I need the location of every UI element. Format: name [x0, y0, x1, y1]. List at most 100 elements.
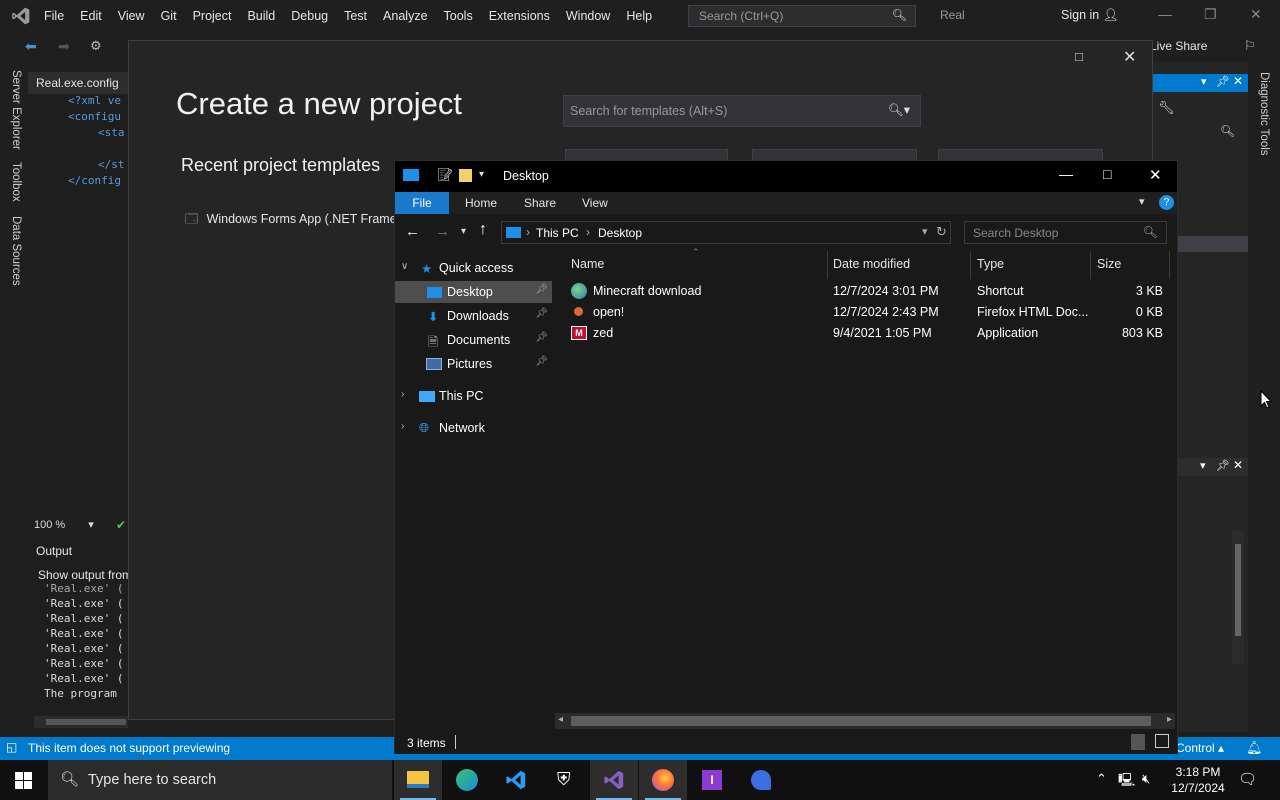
- column-divider[interactable]: [1169, 251, 1170, 279]
- column-divider[interactable]: [1090, 251, 1091, 279]
- recent-locations-icon[interactable]: ▾: [461, 226, 466, 237]
- wrench-icon[interactable]: 🔧︎: [1158, 100, 1175, 116]
- search-icon[interactable]: 🔍︎: [1220, 124, 1235, 138]
- menu-git[interactable]: Git: [153, 9, 185, 23]
- feedback-icon[interactable]: ⚐: [1244, 38, 1256, 54]
- chevron-up-icon[interactable]: ⌃: [1096, 771, 1107, 787]
- menu-file[interactable]: File: [36, 9, 72, 23]
- taskbar-app[interactable]: [737, 760, 785, 800]
- file-row[interactable]: Minecraft download 12/7/2024 3:01 PM Sho…: [565, 281, 1171, 302]
- explorer-search-input[interactable]: Search Desktop 🔍︎: [964, 221, 1167, 244]
- menu-analyze[interactable]: Analyze: [375, 9, 435, 23]
- properties-icon[interactable]: 📝︎: [437, 167, 454, 183]
- data-sources-tab[interactable]: Data Sources: [10, 216, 22, 286]
- taskbar-firefox[interactable]: [639, 760, 687, 800]
- column-size[interactable]: Size: [1097, 257, 1121, 271]
- menu-extensions[interactable]: Extensions: [481, 9, 558, 23]
- large-icons-view-icon[interactable]: [1155, 734, 1169, 748]
- start-button[interactable]: [0, 760, 48, 800]
- menu-build[interactable]: Build: [239, 9, 283, 23]
- ribbon-tab-file[interactable]: File: [395, 192, 449, 214]
- pin-icon[interactable]: 📌︎: [535, 284, 548, 295]
- visual-studio-logo-icon[interactable]: [10, 6, 32, 26]
- nav-pictures[interactable]: Pictures 📌︎: [395, 353, 552, 375]
- menu-project[interactable]: Project: [185, 9, 240, 23]
- recent-template-item[interactable]: 🗔︎ Windows Forms App (.NET Framew: [185, 210, 406, 231]
- menu-edit[interactable]: Edit: [72, 9, 110, 23]
- clock[interactable]: 3:18 PM 12/7/2024: [1166, 764, 1230, 796]
- taskbar-rider[interactable]: I: [688, 760, 736, 800]
- pin-icon[interactable]: 📌︎: [535, 308, 548, 319]
- taskbar-security[interactable]: ⛨: [541, 760, 589, 800]
- explorer-hscrollbar[interactable]: ◂ ▸: [555, 713, 1175, 729]
- file-row[interactable]: open! 12/7/2024 2:43 PM Firefox HTML Doc…: [565, 302, 1171, 323]
- scroll-thumb[interactable]: [571, 716, 1151, 726]
- minimize-icon[interactable]: —: [1158, 6, 1172, 22]
- chevron-down-icon[interactable]: ▾: [479, 169, 484, 180]
- help-icon[interactable]: ?: [1159, 195, 1174, 210]
- back-icon[interactable]: ←: [405, 223, 420, 240]
- vs-search-box[interactable]: Search (Ctrl+Q) 🔍︎: [688, 5, 916, 27]
- close-icon[interactable]: ✕: [1233, 458, 1243, 472]
- breadcrumb-desktop[interactable]: Desktop: [598, 226, 642, 240]
- sign-in-button[interactable]: Sign in 👤︎: [1061, 8, 1119, 23]
- forward-icon[interactable]: ➡︎: [58, 38, 70, 55]
- new-item-icon[interactable]: ⚙︎: [90, 38, 102, 54]
- menu-test[interactable]: Test: [336, 9, 375, 23]
- nav-documents[interactable]: 🗎︎ Documents 📌︎: [395, 329, 552, 351]
- minimize-icon[interactable]: —: [1059, 166, 1073, 182]
- maximize-icon[interactable]: □: [1103, 166, 1111, 182]
- nav-this-pc[interactable]: › This PC: [395, 385, 552, 407]
- restore-icon[interactable]: ❐: [1204, 6, 1217, 23]
- close-icon[interactable]: ✕: [1123, 47, 1136, 67]
- close-icon[interactable]: ✕: [1149, 166, 1162, 184]
- column-divider[interactable]: [827, 251, 828, 279]
- chevron-down-icon[interactable]: ▾: [1200, 459, 1206, 472]
- pin-icon[interactable]: 📌︎: [1216, 75, 1230, 88]
- taskbar-visual-studio[interactable]: [590, 760, 638, 800]
- ribbon-tab-view[interactable]: View: [582, 196, 608, 210]
- ribbon-tab-share[interactable]: Share: [524, 196, 556, 210]
- breadcrumb-this-pc[interactable]: This PC: [536, 226, 579, 240]
- chevron-down-icon[interactable]: ∨: [401, 261, 408, 272]
- menu-debug[interactable]: Debug: [283, 9, 336, 23]
- pin-icon[interactable]: 📌︎: [535, 332, 548, 343]
- live-share-button[interactable]: Live Share: [1150, 39, 1207, 53]
- editor-tab[interactable]: Real.exe.config: [28, 72, 128, 94]
- details-view-icon[interactable]: [1131, 734, 1145, 750]
- vscrollbar[interactable]: [1232, 530, 1244, 664]
- chevron-down-icon[interactable]: ▾: [1201, 75, 1207, 88]
- pin-icon[interactable]: 📌︎: [535, 356, 548, 367]
- expand-ribbon-icon[interactable]: ▾: [1139, 195, 1145, 208]
- nav-network[interactable]: › 🌐︎ Network: [395, 417, 552, 439]
- menu-help[interactable]: Help: [618, 9, 660, 23]
- toolbox-tab[interactable]: Toolbox: [10, 162, 22, 202]
- column-divider[interactable]: [970, 251, 971, 279]
- menu-view[interactable]: View: [110, 9, 153, 23]
- address-bar[interactable]: › This PC › Desktop ▾ ↻: [501, 221, 951, 244]
- chevron-down-icon[interactable]: ▾: [922, 225, 928, 238]
- new-folder-icon[interactable]: [459, 169, 472, 182]
- nav-desktop[interactable]: Desktop 📌︎: [395, 281, 552, 303]
- column-type[interactable]: Type: [977, 257, 1004, 271]
- ribbon-tab-home[interactable]: Home: [465, 196, 497, 210]
- back-icon[interactable]: ⬅︎: [25, 38, 37, 55]
- scroll-right-icon[interactable]: ▸: [1167, 714, 1172, 725]
- nav-downloads[interactable]: ⬇︎ Downloads 📌︎: [395, 305, 552, 327]
- source-control-button[interactable]: Control ▴: [1176, 741, 1224, 755]
- menu-window[interactable]: Window: [558, 9, 618, 23]
- taskbar-search[interactable]: 🔍︎ Type here to search: [48, 760, 392, 800]
- output-hscrollbar[interactable]: [34, 716, 128, 728]
- taskbar-edge[interactable]: [443, 760, 491, 800]
- column-date-modified[interactable]: Date modified: [833, 257, 910, 271]
- maximize-icon[interactable]: □: [1075, 49, 1083, 64]
- volume-muted-icon[interactable]: 🔇︎: [1142, 771, 1150, 787]
- up-icon[interactable]: ↑: [479, 221, 487, 239]
- zoom-selector[interactable]: 100 % ▾: [28, 517, 128, 533]
- bell-icon[interactable]: 🔔︎: [1246, 740, 1263, 756]
- file-row[interactable]: M zed 9/4/2021 1:05 PM Application 803 K…: [565, 323, 1171, 344]
- forward-icon[interactable]: →: [435, 223, 450, 240]
- refresh-icon[interactable]: ↻: [936, 224, 947, 240]
- notifications-icon[interactable]: 🗨︎: [1238, 770, 1257, 788]
- template-search-input[interactable]: Search for templates (Alt+S) 🔍︎▾: [563, 95, 921, 127]
